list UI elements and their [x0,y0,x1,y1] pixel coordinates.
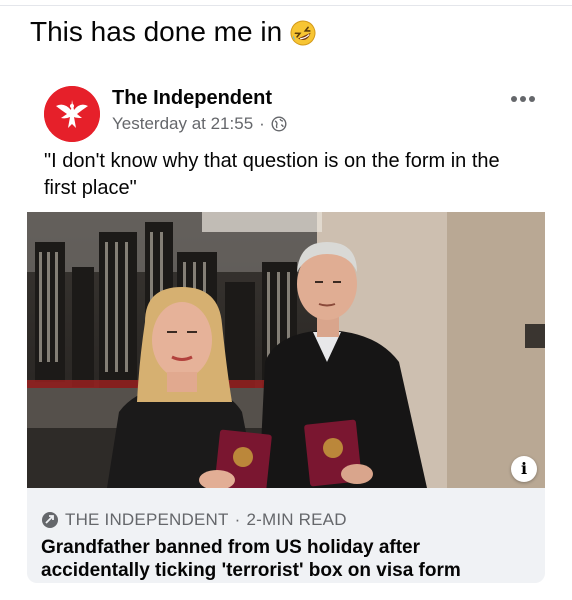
read-time: 2-MIN READ [246,510,347,529]
article-headline[interactable]: Grandfather banned from US holiday after… [41,536,521,582]
article-photo[interactable]: i [27,212,545,488]
more-options-icon[interactable] [508,92,538,106]
post-header: The Independent Yesterday at 21:55 · [44,82,544,142]
post-timestamp[interactable]: Yesterday at 21:55 [112,113,253,135]
top-divider [0,0,572,6]
post-meta: Yesterday at 21:55 · [112,113,287,135]
article-image [27,212,545,488]
publisher-avatar[interactable] [44,86,100,142]
eagle-logo-icon [44,86,100,142]
share-link-icon [42,512,58,528]
post-text: "I don't know why that question is on th… [44,150,500,199]
caption-text: This has done me in [30,16,283,47]
source-name: THE INDEPENDENT [65,510,229,529]
info-button[interactable]: i [511,456,537,482]
rolling-on-floor-laughing-emoji [290,20,316,46]
source-separator: · [234,510,241,529]
link-source: THE INDEPENDENT · 2-MIN READ [41,510,347,530]
link-preview[interactable]: THE INDEPENDENT · 2-MIN READ Grandfather… [27,488,545,583]
share-caption: This has done me in [30,14,316,50]
meta-separator: · [259,114,265,133]
globe-icon [271,116,287,132]
publisher-name[interactable]: The Independent [112,86,272,110]
